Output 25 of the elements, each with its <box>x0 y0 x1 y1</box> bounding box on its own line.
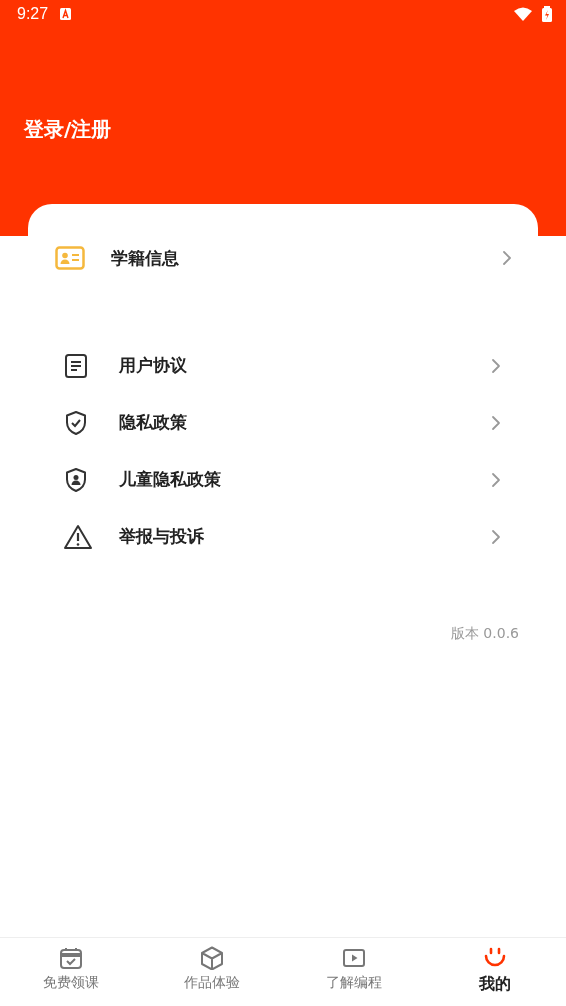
chevron-right-icon <box>490 414 502 431</box>
notification-icon <box>60 8 72 20</box>
chevron-right-icon <box>490 471 502 488</box>
tab[interactable]: 我的 <box>424 938 566 1006</box>
chevron-right-icon <box>501 250 513 266</box>
student-info-item[interactable]: 学籍信息 <box>28 232 538 284</box>
warning-icon <box>64 523 92 550</box>
tab[interactable]: 了解编程 <box>283 938 425 1006</box>
menu-item[interactable]: 举报与投诉 <box>28 508 538 565</box>
menu-item[interactable]: 儿童隐私政策 <box>28 451 538 508</box>
id-card-icon <box>55 246 85 270</box>
menu-item[interactable]: 隐私政策 <box>28 394 538 451</box>
calendar-check-icon <box>58 946 83 970</box>
version-text: 版本 0.0.6 <box>450 625 519 643</box>
wifi-icon <box>514 7 532 21</box>
tab[interactable]: 作品体验 <box>141 938 283 1006</box>
status-time: 9:27 <box>17 5 49 23</box>
chevron-right-icon <box>490 357 502 374</box>
chevron-right-icon <box>490 528 502 545</box>
cube-icon <box>200 946 225 970</box>
login-link[interactable]: 登录/注册 <box>24 116 112 143</box>
menu-item[interactable]: 用户协议 <box>28 337 538 394</box>
play-video-icon <box>341 946 366 970</box>
tab[interactable]: 免费领课 <box>0 938 142 1006</box>
battery-icon <box>542 6 552 22</box>
